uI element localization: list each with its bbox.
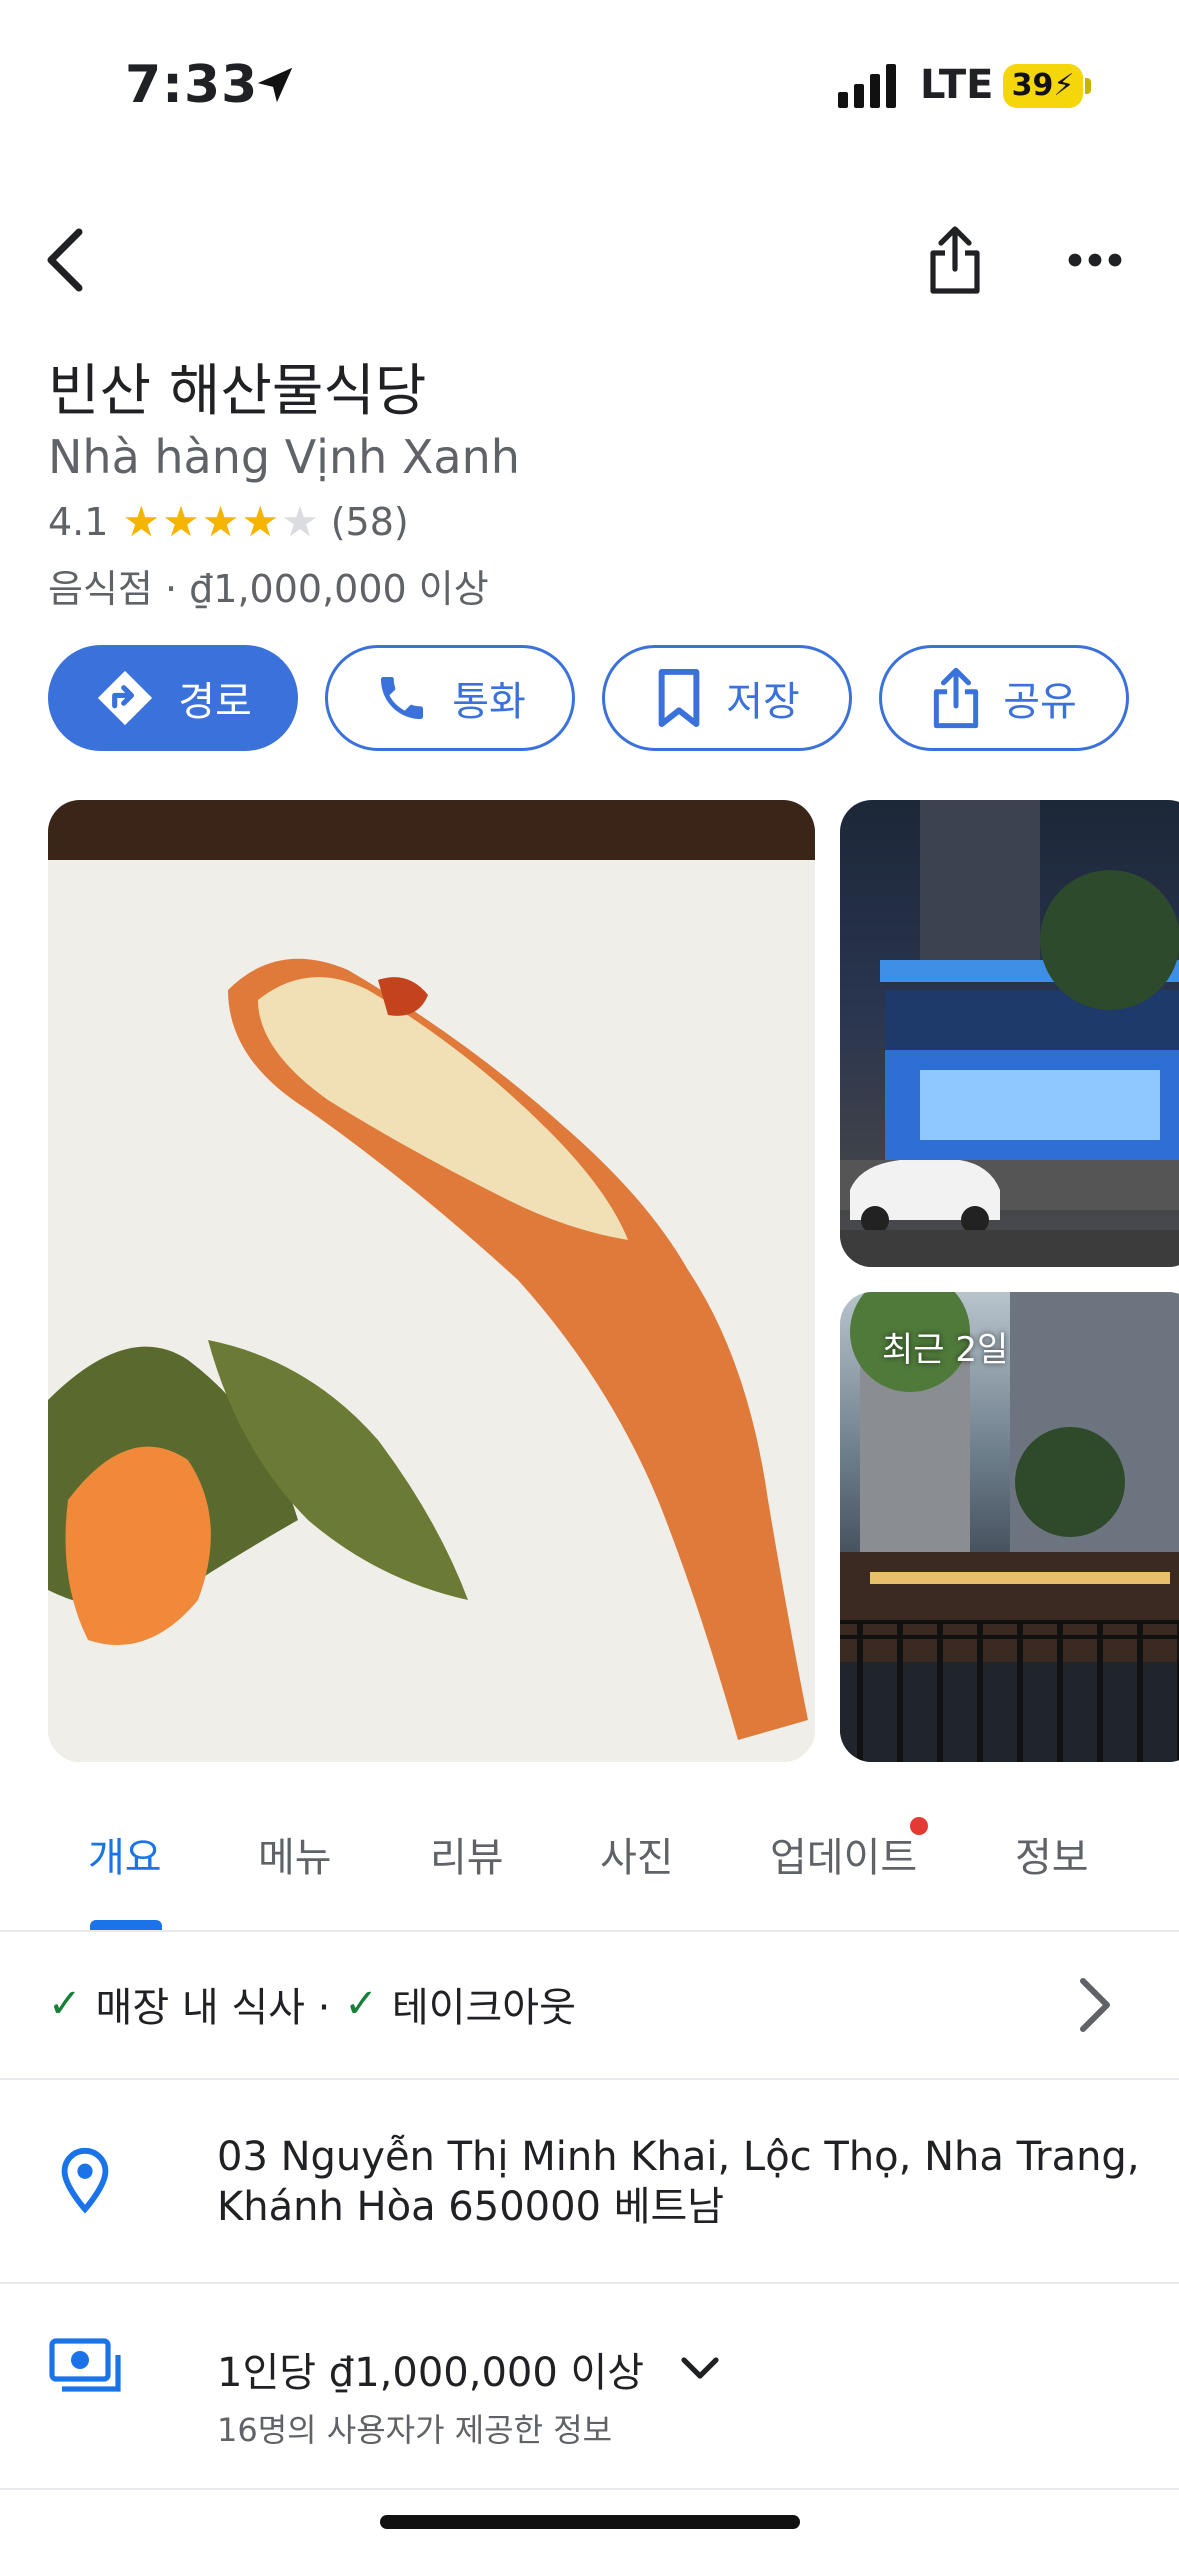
lobster-dish-image xyxy=(48,800,815,1762)
photo-storefront[interactable] xyxy=(840,800,1179,1267)
category-price: 음식점 · ₫1,000,000 이상 xyxy=(48,567,489,611)
dine-in-label: 매장 내 식사 · xyxy=(95,1985,331,2031)
section-divider xyxy=(0,2078,1179,2080)
photo-badge: 최근 2일 xyxy=(882,1330,1009,1370)
service-options[interactable]: ✓ 매장 내 식사 · ✓ 테이크아웃 xyxy=(48,1975,576,2033)
tab-overview[interactable]: 개요 xyxy=(88,1825,162,1883)
home-indicator[interactable] xyxy=(380,2515,800,2529)
place-alt-name: Nhà hàng Vịnh Xanh xyxy=(48,430,520,484)
tab-updates[interactable]: 업데이트 xyxy=(770,1825,917,1883)
battery-icon: 39⚡ xyxy=(1003,64,1083,108)
chevron-right-icon[interactable] xyxy=(1075,1975,1115,2035)
active-tab-indicator xyxy=(90,1920,162,1930)
share-button[interactable]: 공유 xyxy=(879,645,1129,751)
save-label: 저장 xyxy=(726,679,800,725)
battery-cap xyxy=(1085,78,1091,94)
photo-street[interactable]: 최근 2일 xyxy=(840,1292,1179,1762)
money-icon xyxy=(49,2338,121,2392)
star-icon: ★ xyxy=(201,497,240,546)
directions-label: 경로 xyxy=(178,679,252,725)
check-icon: ✓ xyxy=(344,1981,378,2027)
tab-reviews[interactable]: 리뷰 xyxy=(430,1825,504,1883)
star-icon: ★ xyxy=(122,497,161,546)
phone-icon xyxy=(381,677,424,719)
tab-menu[interactable]: 메뉴 xyxy=(258,1825,332,1883)
takeout-label: 테이크아웃 xyxy=(391,1985,576,2031)
rating-row[interactable]: 4.1 ★ ★ ★ ★ ★ (58) xyxy=(48,500,409,544)
storefront-image xyxy=(840,800,1179,1267)
share-icon xyxy=(934,667,979,729)
star-icon: ★ xyxy=(162,497,200,546)
star-empty-icon: ★ xyxy=(281,497,319,546)
back-button[interactable] xyxy=(30,220,100,300)
rating-value: 4.1 xyxy=(48,500,109,544)
price-per-person[interactable]: 1인당 ₫1,000,000 이상 xyxy=(217,2340,720,2398)
save-button[interactable]: 저장 xyxy=(602,645,852,751)
call-label: 통화 xyxy=(452,679,526,725)
price-source: 16명의 사용자가 제공한 정보 xyxy=(217,2411,613,2449)
section-divider xyxy=(0,2488,1179,2490)
tab-about[interactable]: 정보 xyxy=(1015,1825,1089,1883)
call-button[interactable]: 통화 xyxy=(325,645,575,751)
tabs-divider xyxy=(0,1930,1179,1932)
location-pin-icon xyxy=(61,2147,109,2214)
chevron-down-icon xyxy=(681,2357,719,2379)
review-count: (58) xyxy=(330,500,409,544)
bookmark-icon xyxy=(658,668,700,728)
tab-photos[interactable]: 사진 xyxy=(600,1825,674,1883)
network-type: LTE xyxy=(920,62,994,108)
new-updates-dot xyxy=(910,1817,928,1835)
battery-level: 39 xyxy=(1011,68,1054,103)
star-icon: ★ xyxy=(241,497,280,546)
more-options-button[interactable] xyxy=(1055,225,1135,295)
share-icon xyxy=(930,226,980,294)
more-horizontal-icon xyxy=(1068,253,1122,267)
directions-icon xyxy=(98,670,153,726)
address[interactable]: 03 Nguyễn Thị Minh Khai, Lộc Thọ, Nha Tr… xyxy=(217,2132,1147,2232)
share-label: 공유 xyxy=(1003,679,1077,725)
price-label: 1인당 ₫1,000,000 이상 xyxy=(217,2350,645,2396)
check-icon: ✓ xyxy=(48,1981,82,2027)
share-button-top[interactable] xyxy=(915,220,995,300)
place-title: 빈산 해산물식당 xyxy=(48,359,427,424)
photo-main[interactable] xyxy=(48,800,815,1762)
rating-stars: ★ ★ ★ ★ ★ xyxy=(122,501,320,543)
section-divider xyxy=(0,2282,1179,2284)
directions-button[interactable]: 경로 xyxy=(48,645,298,751)
signal-icon xyxy=(838,64,896,108)
location-arrow-icon xyxy=(257,67,293,103)
chevron-left-icon xyxy=(47,228,83,292)
status-time: 7:33 xyxy=(125,55,259,115)
